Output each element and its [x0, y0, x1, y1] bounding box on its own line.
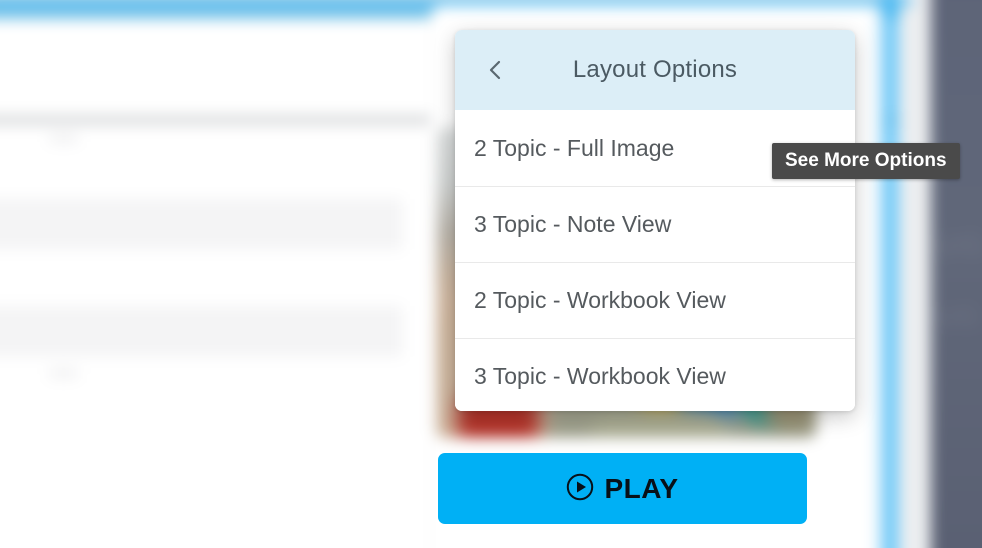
background-right-gap: [899, 0, 933, 548]
layout-option-item[interactable]: 3 Topic - Workbook View: [455, 338, 855, 411]
see-more-options-tooltip: See More Options: [772, 143, 960, 179]
modal-glow-top: [0, 0, 913, 7]
app-screen: UG UG Layout Options 2 Topic - Full Imag…: [0, 0, 982, 548]
layout-option-label: 2 Topic - Workbook View: [474, 287, 726, 313]
play-circle-icon: [566, 473, 594, 504]
layout-option-label: 2 Topic - Full Image: [474, 134, 675, 161]
back-button[interactable]: [473, 30, 517, 110]
background-list-row: [0, 198, 403, 250]
dropdown-title: Layout Options: [572, 56, 738, 83]
play-button-label: PLAY: [604, 472, 679, 504]
background-dark-panel: UG UG: [930, 0, 982, 548]
chevron-left-icon: [487, 58, 503, 82]
layout-option-item[interactable]: 3 Topic - Note View: [455, 186, 855, 262]
layout-option-label: 3 Topic - Workbook View: [474, 363, 726, 389]
modal-glow-edge: [873, 0, 905, 548]
play-button[interactable]: PLAY: [438, 453, 807, 524]
background-ghost-text: [49, 368, 78, 379]
layout-options-dropdown: Layout Options 2 Topic - Full Image 3 To…: [455, 30, 855, 411]
layout-option-label: 3 Topic - Note View: [474, 211, 672, 237]
layout-option-item[interactable]: 2 Topic - Workbook View: [455, 262, 855, 338]
dropdown-header: Layout Options: [455, 30, 855, 110]
background-list-row: [0, 305, 403, 357]
tooltip-label: See More Options: [785, 150, 947, 171]
background-ghost-text: [49, 133, 78, 144]
